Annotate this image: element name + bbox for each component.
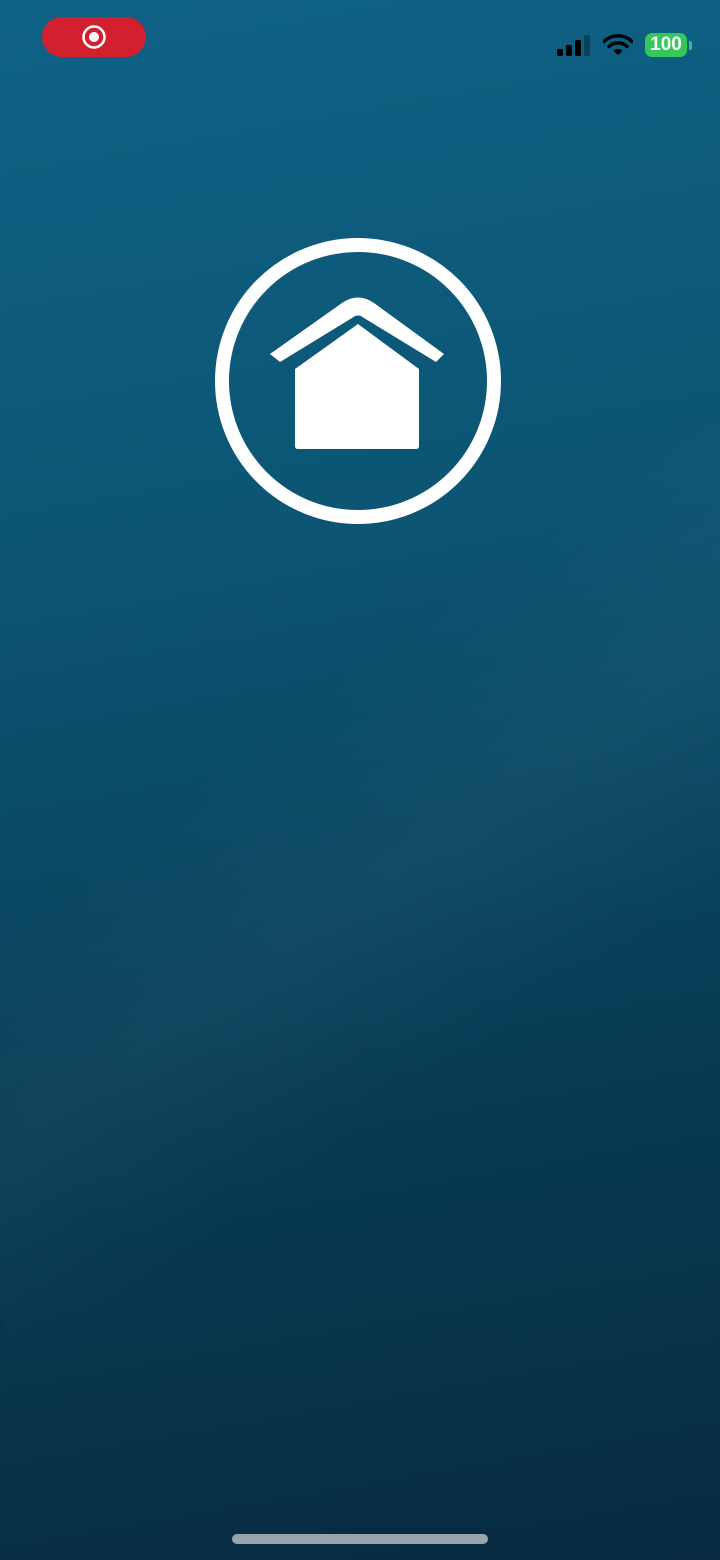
screen-recording-indicator[interactable] (42, 17, 146, 57)
home-icon (215, 238, 501, 524)
app-logo (214, 237, 502, 525)
record-icon (82, 25, 106, 49)
battery-level: 100 (645, 33, 687, 57)
background-sheen (0, 402, 720, 1338)
cellular-signal-icon (557, 35, 590, 56)
splash-screen: 100 (0, 0, 720, 1560)
battery-cap (689, 40, 692, 50)
battery-indicator: 100 (645, 33, 692, 57)
wifi-icon (603, 34, 633, 55)
status-bar-right: 100 (557, 30, 692, 60)
home-indicator-bar[interactable] (232, 1534, 488, 1544)
